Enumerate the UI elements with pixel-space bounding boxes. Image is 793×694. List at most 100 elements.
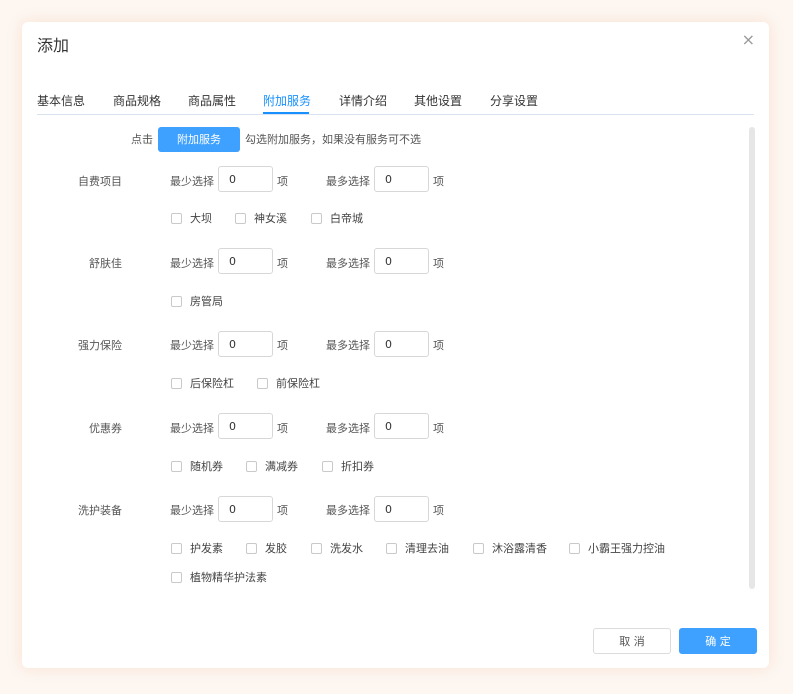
checkbox-icon [171,460,182,472]
min-select-input[interactable] [218,248,273,274]
checkbox-label: 白帝城 [330,212,363,225]
tab-spec[interactable]: 商品规格 [113,92,161,109]
checkbox-icon [171,542,182,554]
tab-details[interactable]: 详情介绍 [339,92,387,109]
tab-share-settings[interactable]: 分享设置 [490,92,538,109]
max-select-label: 最多选择 [326,504,370,517]
cancel-button[interactable]: 取 消 [593,628,671,654]
checkbox-label: 神女溪 [254,212,287,225]
checkbox-label: 小霸王强力控油 [588,542,665,555]
group-label: 自费项目 [78,175,122,188]
unit-label: 项 [433,422,444,435]
service-checkbox[interactable]: 洗发水 [311,540,363,556]
max-select-label: 最多选择 [326,422,370,435]
tab-bar: 基本信息 商品规格 商品属性 附加服务 详情介绍 其他设置 分享设置 [37,92,754,115]
checkbox-label: 发胶 [265,542,287,555]
unit-label: 项 [433,257,444,270]
checkbox-label: 前保险杠 [276,377,320,390]
checkbox-icon [171,295,182,307]
checkbox-label: 植物精华护法素 [190,571,267,584]
service-checkbox[interactable]: 神女溪 [235,210,287,226]
checkbox-label: 洗发水 [330,542,363,555]
confirm-button[interactable]: 确 定 [679,628,757,654]
checkbox-icon [322,460,333,472]
service-checkbox[interactable]: 发胶 [246,540,287,556]
min-select-input[interactable] [218,166,273,192]
service-checkbox[interactable]: 植物精华护法素 [171,569,267,585]
checkbox-icon [311,212,322,224]
min-select-label: 最少选择 [170,257,214,270]
checkbox-icon [569,542,580,554]
checkbox-icon [171,212,182,224]
scrollbar-thumb[interactable] [749,127,755,589]
min-select-label: 最少选择 [170,175,214,188]
min-select-label: 最少选择 [170,422,214,435]
checkbox-icon [171,377,182,389]
close-icon[interactable]: × [742,32,755,48]
unit-label: 项 [277,175,288,188]
checkbox-icon [311,542,322,554]
max-select-input[interactable] [374,248,429,274]
service-checkbox[interactable]: 大坝 [171,210,212,226]
checkbox-icon [171,571,182,583]
max-select-input[interactable] [374,166,429,192]
tab-basic-info[interactable]: 基本信息 [37,92,85,109]
checkbox-icon [257,377,268,389]
service-hint: 点击 附加服务 勾选附加服务，如果没有服务可不选 [131,126,421,152]
unit-label: 项 [433,504,444,517]
service-checkbox[interactable]: 清理去油 [386,540,449,556]
checkbox-icon [473,542,484,554]
max-select-label: 最多选择 [326,257,370,270]
checkbox-label: 护发素 [190,542,223,555]
max-select-input[interactable] [374,331,429,357]
min-select-label: 最少选择 [170,339,214,352]
min-select-input[interactable] [218,331,273,357]
extra-services-button[interactable]: 附加服务 [158,126,240,152]
hint-suffix: 勾选附加服务，如果没有服务可不选 [245,133,421,146]
active-tab-indicator [263,112,309,114]
checkbox-label: 房管局 [190,295,223,308]
add-dialog: 添加 × 基本信息 商品规格 商品属性 附加服务 详情介绍 其他设置 分享设置 … [22,22,769,668]
unit-label: 项 [433,339,444,352]
checkbox-label: 清理去油 [405,542,449,555]
service-checkbox[interactable]: 前保险杠 [257,375,320,391]
unit-label: 项 [277,422,288,435]
checkbox-icon [386,542,397,554]
max-select-input[interactable] [374,413,429,439]
min-select-label: 最少选择 [170,504,214,517]
service-checkbox[interactable]: 随机券 [171,458,223,474]
checkbox-icon [246,460,257,472]
service-checkbox[interactable]: 满减券 [246,458,298,474]
group-label: 强力保险 [78,339,122,352]
service-checkbox[interactable]: 小霸王强力控油 [569,540,665,556]
unit-label: 项 [433,175,444,188]
service-checkbox[interactable]: 后保险杠 [171,375,234,391]
unit-label: 项 [277,339,288,352]
checkbox-label: 沐浴露清香 [492,542,547,555]
service-checkbox[interactable]: 折扣券 [322,458,374,474]
checkbox-label: 大坝 [190,212,212,225]
hint-prefix: 点击 [131,133,153,146]
tab-other-settings[interactable]: 其他设置 [414,92,462,109]
checkbox-label: 折扣券 [341,460,374,473]
unit-label: 项 [277,504,288,517]
tab-extra-services[interactable]: 附加服务 [263,92,311,109]
checkbox-label: 后保险杠 [190,377,234,390]
group-label: 洗护装备 [78,504,122,517]
service-checkbox[interactable]: 房管局 [171,293,223,309]
min-select-input[interactable] [218,496,273,522]
min-select-input[interactable] [218,413,273,439]
max-select-label: 最多选择 [326,339,370,352]
group-label: 舒肤佳 [89,257,122,270]
checkbox-icon [246,542,257,554]
service-checkbox[interactable]: 护发素 [171,540,223,556]
max-select-label: 最多选择 [326,175,370,188]
unit-label: 项 [277,257,288,270]
dialog-title: 添加 [37,36,70,55]
checkbox-label: 随机券 [190,460,223,473]
max-select-input[interactable] [374,496,429,522]
checkbox-label: 满减券 [265,460,298,473]
service-checkbox[interactable]: 沐浴露清香 [473,540,547,556]
tab-attributes[interactable]: 商品属性 [188,92,236,109]
service-checkbox[interactable]: 白帝城 [311,210,363,226]
